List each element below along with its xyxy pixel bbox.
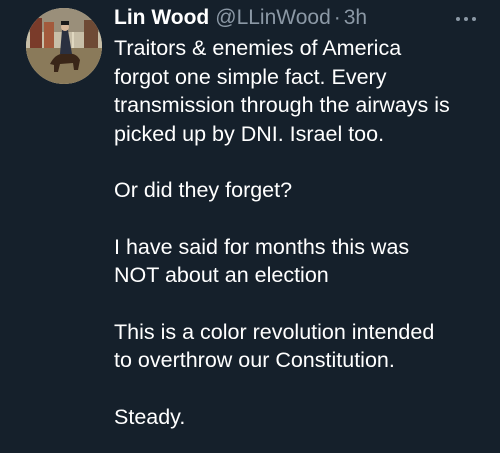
timestamp[interactable]: 3h — [344, 4, 367, 32]
tweet-paragraph: Traitors & enemies of America forgot one… — [114, 36, 450, 146]
tweet-header: Lin Wood @LLinWood · 3h — [114, 4, 367, 32]
avatar-image — [26, 8, 102, 84]
tweet-text: Traitors & enemies of America forgot one… — [114, 34, 486, 431]
avatar[interactable] — [26, 8, 102, 84]
user-handle[interactable]: @LLinWood — [215, 4, 331, 32]
separator-dot: · — [333, 6, 341, 29]
more-horizontal-icon[interactable] — [454, 14, 478, 24]
tweet-paragraph: Or did they forget? — [114, 178, 293, 202]
display-name[interactable]: Lin Wood — [114, 4, 209, 32]
tweet-paragraph: This is a color revolution intended to o… — [114, 319, 435, 373]
tweet-paragraph: I have said for months this was NOT abou… — [114, 234, 410, 288]
tweet-paragraph: Steady. — [114, 404, 186, 429]
tweet[interactable]: Lin Wood @LLinWood · 3h Traitors & enemi… — [0, 0, 500, 453]
